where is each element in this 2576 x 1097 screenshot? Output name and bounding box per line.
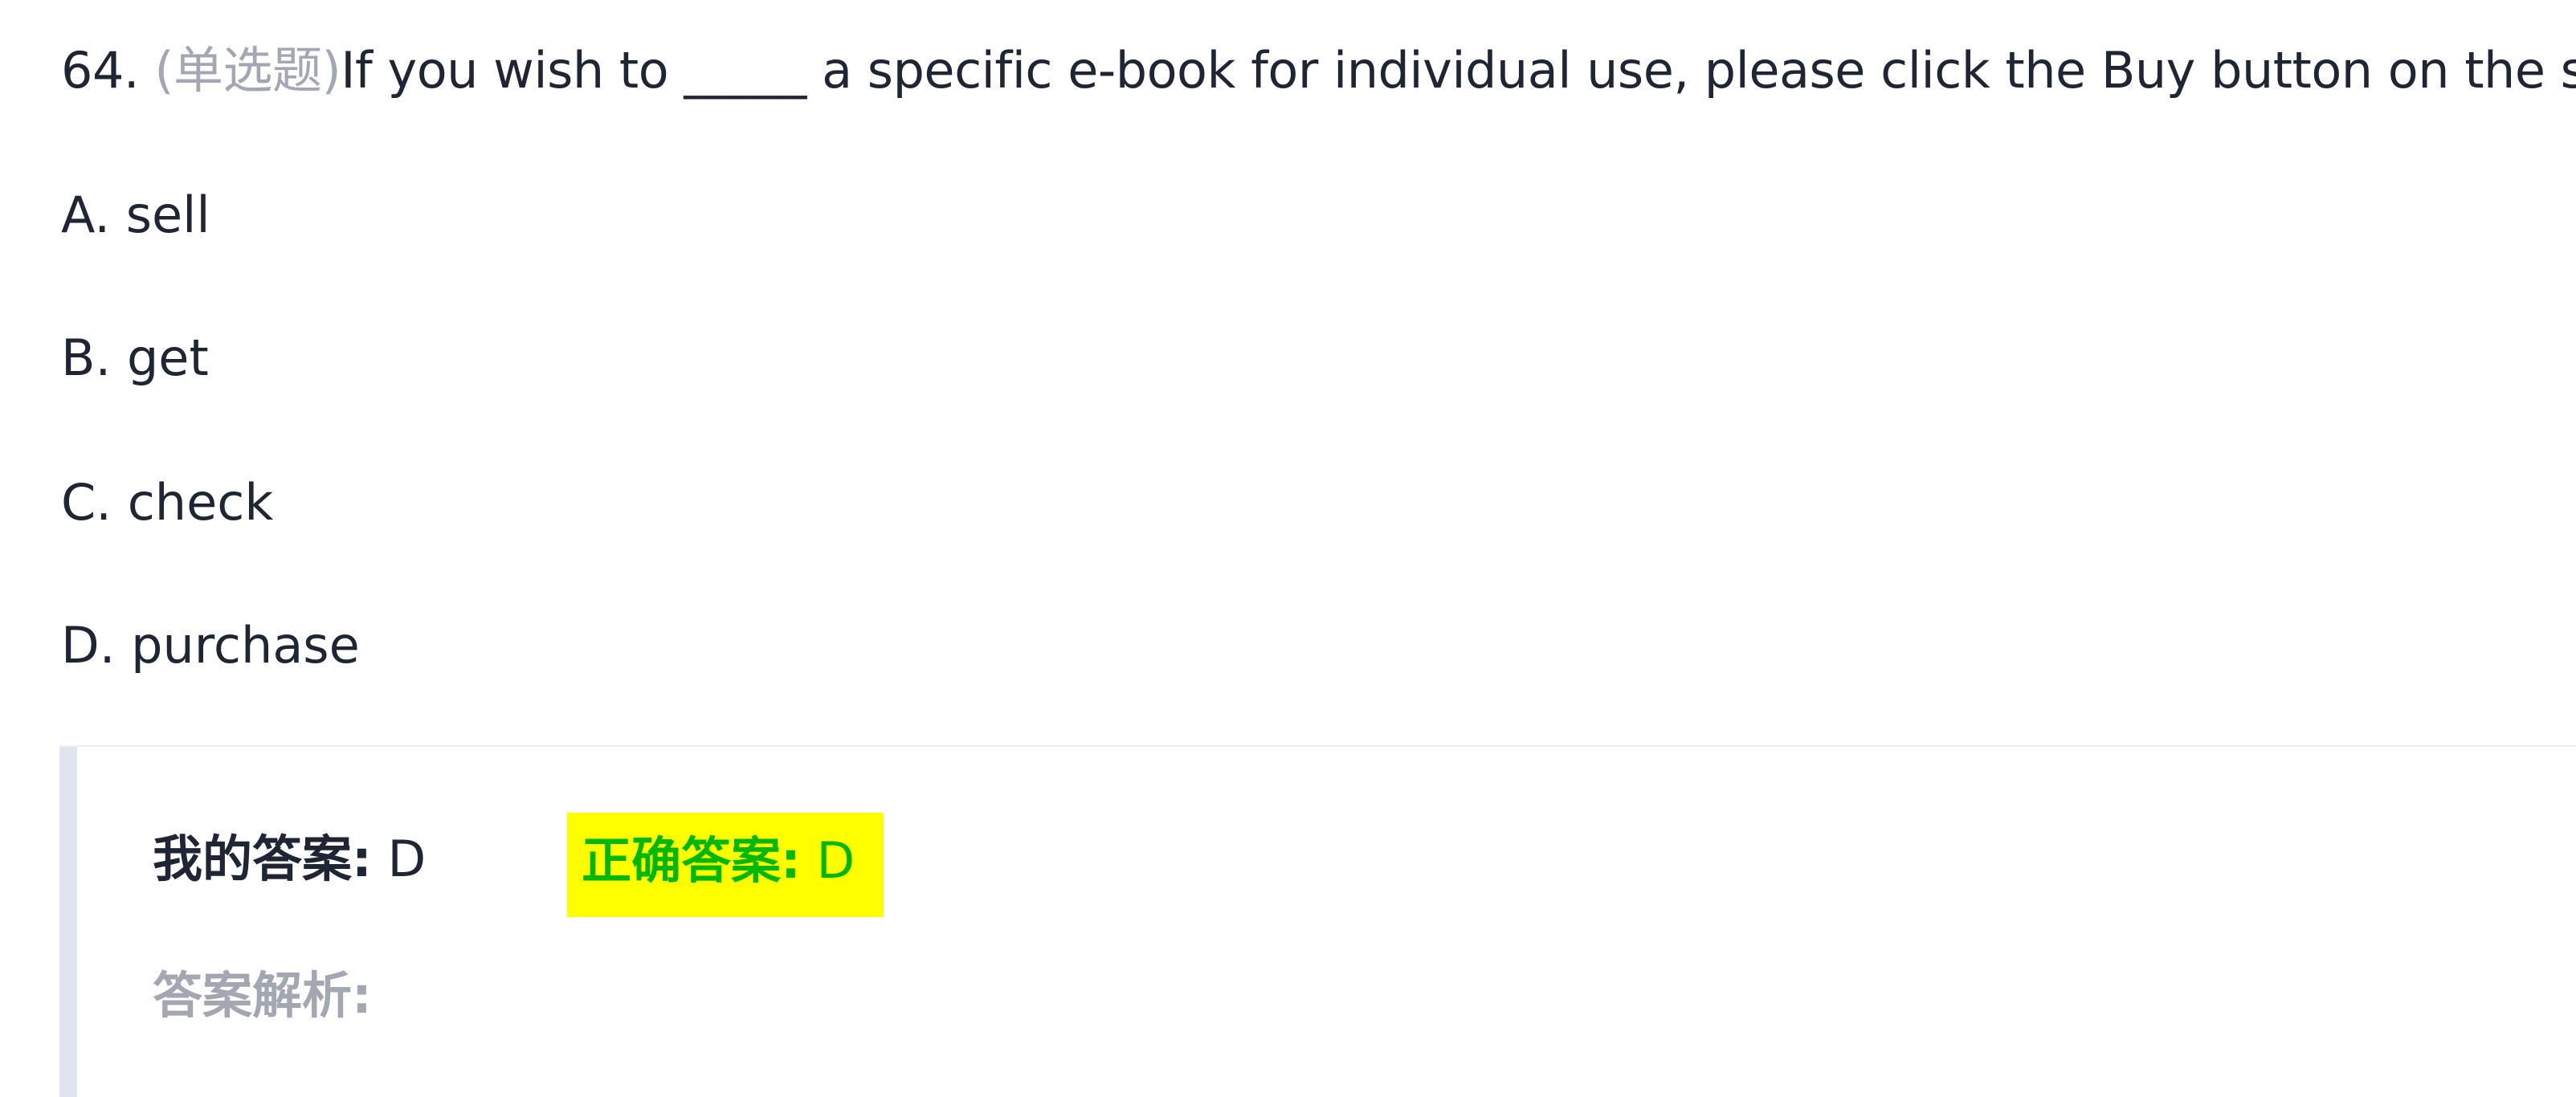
question-text: If you wish to _____ a specific e-book f…: [341, 41, 2576, 100]
question-stem: 64. (单选题)If you wish to _____ a specific…: [61, 39, 2576, 103]
option-b[interactable]: B. get: [61, 326, 209, 390]
my-answer-label: 我的答案:: [153, 830, 372, 888]
correct-answer-highlight: 正确答案: D: [567, 813, 884, 917]
correct-answer-value: D: [816, 831, 855, 890]
my-answer-value: D: [387, 830, 427, 888]
correct-answer-label: 正确答案:: [582, 831, 801, 890]
question-type-label: (单选题): [154, 41, 341, 100]
option-a[interactable]: A. sell: [61, 183, 210, 247]
option-c[interactable]: C. check: [61, 471, 273, 535]
question-number: 64.: [61, 41, 140, 100]
my-answer: 我的答案: D: [153, 827, 426, 891]
answer-analysis-label: 答案解析:: [153, 966, 372, 1025]
answer-panel-accent-bar: [59, 747, 77, 1097]
answer-panel: 我的答案: D 正确答案: D 答案解析:: [59, 745, 2576, 1097]
option-d[interactable]: D. purchase: [61, 614, 360, 678]
